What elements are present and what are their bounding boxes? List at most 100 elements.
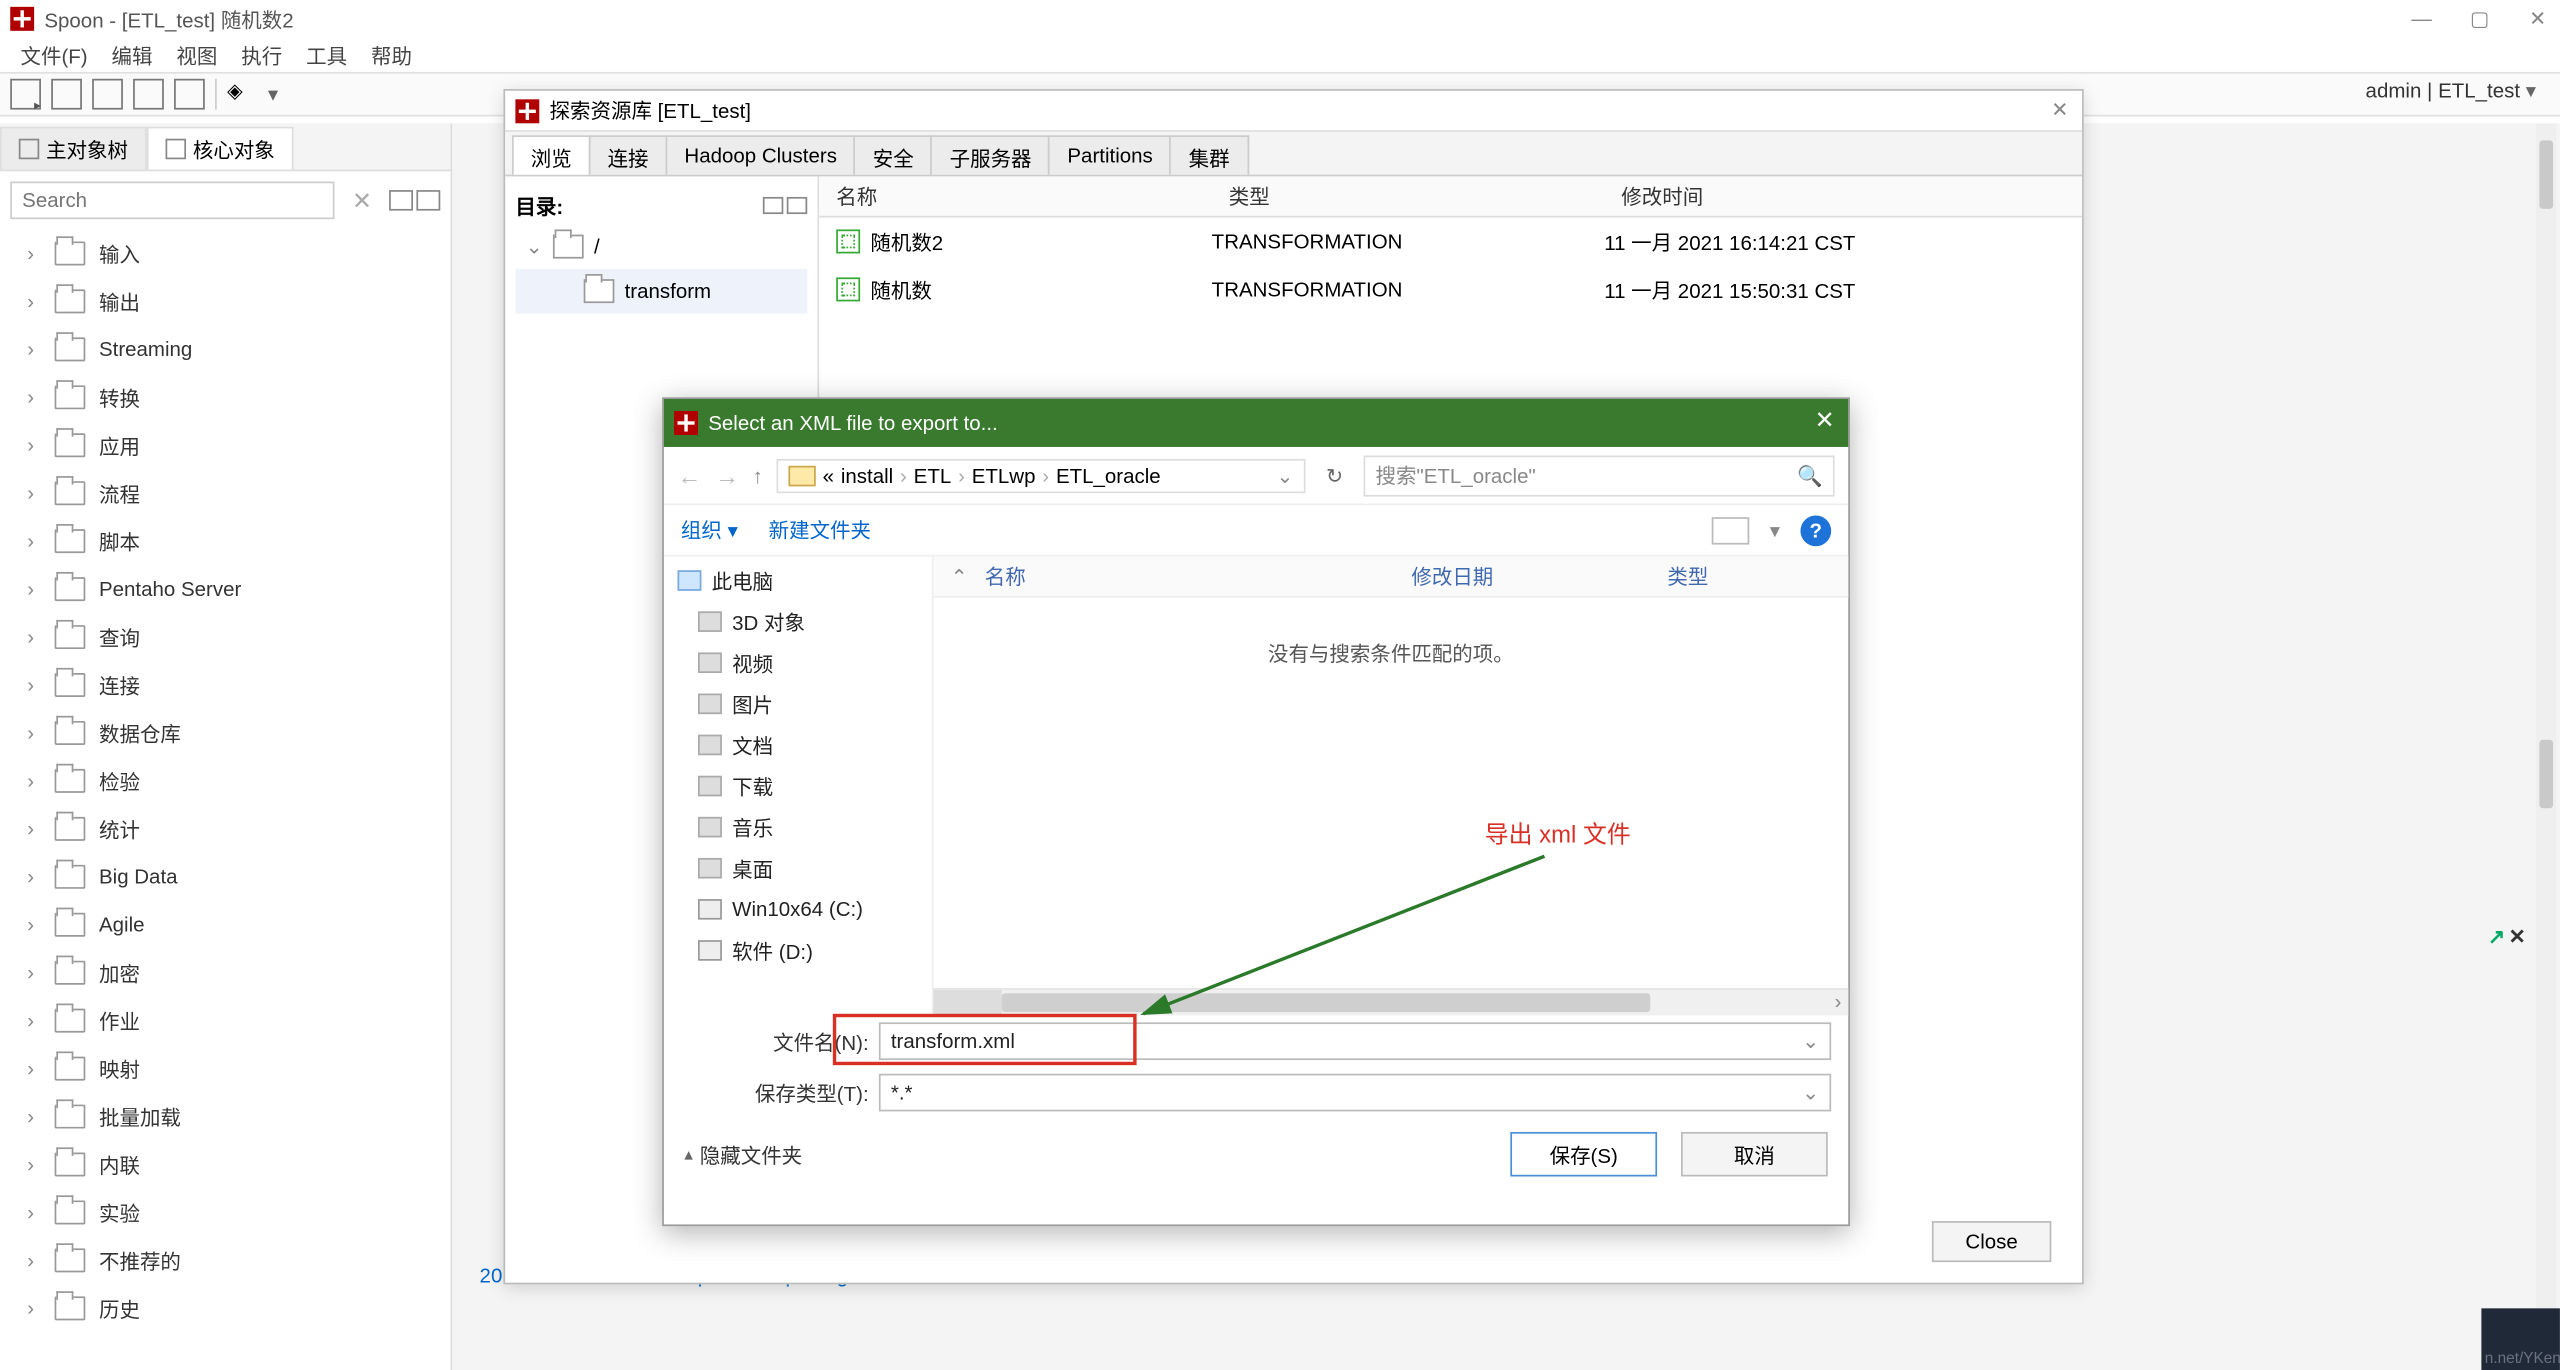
menu-file[interactable]: 文件(F)	[10, 38, 98, 72]
col-name[interactable]: 名称	[968, 562, 1395, 591]
close-icon[interactable]: ✕	[1815, 406, 1835, 435]
h-scrollbar[interactable]: ›	[934, 988, 1849, 1015]
collapse-icon[interactable]	[416, 190, 440, 211]
tree-node[interactable]: ›连接	[0, 661, 451, 709]
nav-item[interactable]: Win10x64 (C:)	[664, 889, 932, 930]
up-icon[interactable]: ↑	[753, 463, 763, 487]
table-row[interactable]: 随机数TRANSFORMATION11 一月 2021 15:50:31 CST	[819, 265, 2082, 313]
tree-node[interactable]: ›Big Data	[0, 853, 451, 901]
menu-edit[interactable]: 编辑	[101, 38, 162, 72]
tree-node[interactable]: ›脚本	[0, 517, 451, 565]
tree-node[interactable]: ›输出	[0, 277, 451, 325]
dir-transform[interactable]: transform	[515, 269, 807, 314]
tree-node[interactable]: ›批量加载	[0, 1093, 451, 1141]
tree-node[interactable]: ›输入	[0, 229, 451, 277]
collapse-icon[interactable]	[787, 197, 807, 214]
col-type[interactable]: 类型	[1650, 562, 1848, 591]
crumb-etloracle[interactable]: ETL_oracle	[1056, 463, 1161, 487]
saveas-icon[interactable]	[174, 79, 205, 110]
close-panel-icon[interactable]: ✕	[2509, 925, 2526, 949]
tree-node[interactable]: ›内联	[0, 1141, 451, 1189]
nav-item[interactable]: 文档	[664, 724, 932, 765]
crumb-etl[interactable]: ETL	[914, 463, 952, 487]
nav-item[interactable]: 此电脑	[664, 560, 932, 601]
tree-node[interactable]: ›加密	[0, 949, 451, 997]
menu-help[interactable]: 帮助	[361, 38, 422, 72]
col-modified[interactable]: 修改日期	[1394, 562, 1650, 591]
crumb-etlwp[interactable]: ETLwp	[972, 463, 1036, 487]
expand-icon[interactable]	[763, 197, 783, 214]
repo-tab[interactable]: Hadoop Clusters	[666, 135, 856, 174]
clear-icon[interactable]: ✕	[345, 186, 379, 215]
tree-node[interactable]: ›流程	[0, 469, 451, 517]
sort-indicator[interactable]: ⌃	[934, 564, 968, 588]
maximize-button[interactable]: ▢	[2468, 7, 2492, 31]
nav-item[interactable]: 桌面	[664, 848, 932, 889]
tab-main-tree[interactable]: 主对象树	[0, 127, 147, 170]
explore-icon[interactable]	[92, 79, 123, 110]
tree-node[interactable]: ›Streaming	[0, 325, 451, 373]
scrollbar[interactable]	[2536, 123, 2556, 1339]
perspective-drop[interactable]: ▾	[268, 82, 278, 106]
menu-view[interactable]: 视图	[166, 38, 227, 72]
tree-node[interactable]: ›数据仓库	[0, 709, 451, 757]
tree-node[interactable]: ›转换	[0, 373, 451, 421]
help-icon[interactable]: ?	[1800, 515, 1831, 546]
col-name[interactable]: 名称	[819, 182, 1212, 211]
hide-folders-toggle[interactable]: 隐藏文件夹	[684, 1140, 802, 1169]
new-icon[interactable]	[10, 79, 41, 110]
table-row[interactable]: 随机数2TRANSFORMATION11 一月 2021 16:14:21 CS…	[819, 217, 2082, 265]
tree-node[interactable]: ›作业	[0, 997, 451, 1045]
connection-indicator[interactable]: admin | ETL_test	[2366, 79, 2536, 103]
nav-item[interactable]: 图片	[664, 683, 932, 724]
repo-tab[interactable]: 浏览	[512, 135, 591, 174]
cancel-button[interactable]: 取消	[1681, 1132, 1828, 1177]
search-input[interactable]	[10, 182, 335, 220]
nav-item[interactable]: 软件 (D:)	[664, 930, 932, 971]
refresh-icon[interactable]: ↻	[1319, 463, 1350, 487]
repo-tab[interactable]: Partitions	[1049, 135, 1172, 174]
scroll-thumb[interactable]	[2539, 140, 2553, 209]
close-icon[interactable]: ✕	[2051, 98, 2068, 122]
nav-item[interactable]: 音乐	[664, 807, 932, 848]
save-icon[interactable]	[133, 79, 164, 110]
repo-tab[interactable]: 子服务器	[931, 135, 1050, 174]
tree-node[interactable]: ›应用	[0, 421, 451, 469]
view-options-icon[interactable]	[1712, 516, 1750, 543]
nav-tree[interactable]: 此电脑3D 对象视频图片文档下载音乐桌面Win10x64 (C:)软件 (D:)	[664, 557, 934, 1016]
breadcrumb[interactable]: « install› ETL› ETLwp› ETL_oracle ⌄	[777, 458, 1306, 492]
tree-node[interactable]: ›历史	[0, 1284, 451, 1332]
expand-icon[interactable]	[389, 190, 413, 211]
forward-icon[interactable]: →	[715, 462, 739, 489]
tree-node[interactable]: ›检验	[0, 757, 451, 805]
repo-tab[interactable]: 连接	[589, 135, 668, 174]
col-type[interactable]: 类型	[1212, 182, 1605, 211]
back-icon[interactable]: ←	[678, 462, 702, 489]
tree-node[interactable]: ›映射	[0, 1045, 451, 1093]
perspective-icon[interactable]: ◈	[227, 79, 258, 110]
object-tree[interactable]: ›输入›输出›Streaming›转换›应用›流程›脚本›Pentaho Ser…	[0, 229, 451, 1370]
tree-node[interactable]: ›实验	[0, 1188, 451, 1236]
menu-run[interactable]: 执行	[231, 38, 292, 72]
save-button[interactable]: 保存(S)	[1510, 1132, 1657, 1177]
minimize-button[interactable]: —	[2410, 7, 2434, 31]
nav-item[interactable]: 3D 对象	[664, 601, 932, 642]
tree-node[interactable]: ›查询	[0, 613, 451, 661]
repo-tab[interactable]: 安全	[854, 135, 933, 174]
close-button[interactable]: ✕	[2526, 7, 2550, 31]
organize-menu[interactable]: 组织 ▾	[681, 515, 738, 544]
repo-tab[interactable]: 集群	[1170, 135, 1249, 174]
nav-item[interactable]: 下载	[664, 765, 932, 806]
menu-tools[interactable]: 工具	[296, 38, 357, 72]
close-button[interactable]: Close	[1932, 1221, 2051, 1262]
tree-node[interactable]: ›不推荐的	[0, 1236, 451, 1284]
tree-node[interactable]: ›统计	[0, 805, 451, 853]
crumb-install[interactable]: install	[841, 463, 893, 487]
savetype-select[interactable]: *.*⌄	[879, 1074, 1831, 1112]
tree-node[interactable]: ›Agile	[0, 901, 451, 949]
search-box[interactable]: 搜索"ETL_oracle"🔍	[1364, 455, 1835, 496]
scroll-thumb-green[interactable]	[2539, 740, 2553, 809]
new-folder-button[interactable]: 新建文件夹	[769, 515, 871, 544]
open-icon[interactable]	[51, 79, 82, 110]
col-modified[interactable]: 修改时间	[1604, 182, 2082, 211]
